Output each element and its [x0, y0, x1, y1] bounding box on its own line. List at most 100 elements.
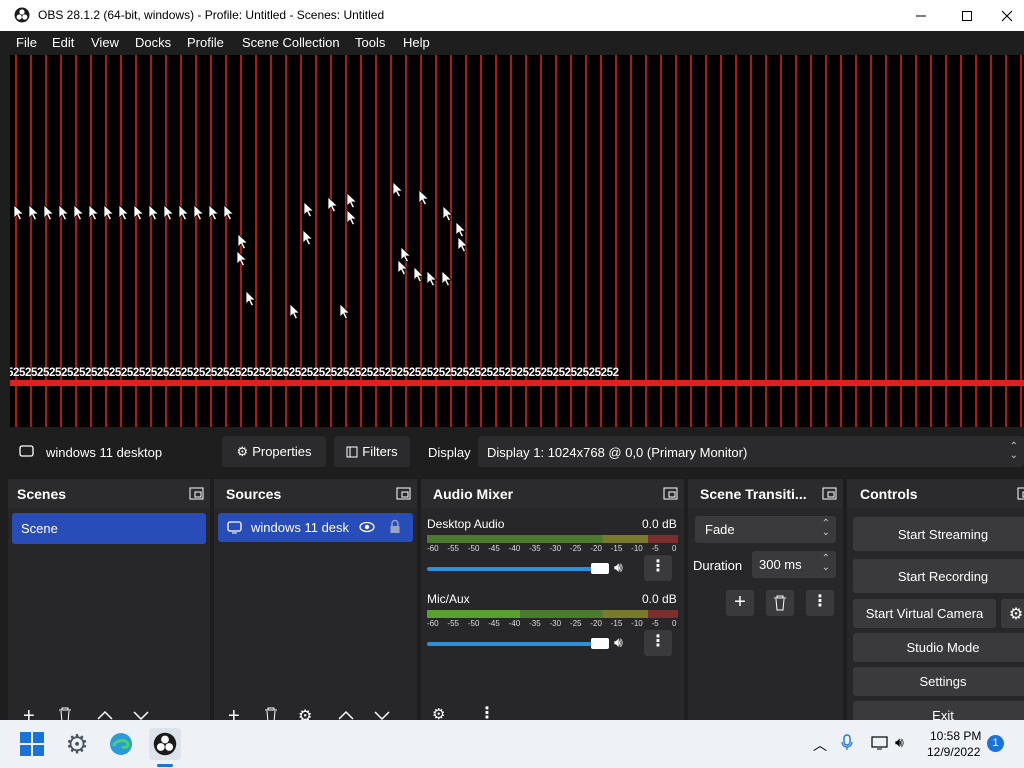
remove-source-button[interactable] — [264, 707, 278, 720]
meter-tick-label: 0 — [672, 619, 677, 628]
start-button[interactable] — [16, 728, 48, 760]
close-button[interactable] — [990, 0, 1024, 31]
move-scene-down-button[interactable] — [133, 710, 149, 720]
taskbar-edge-app[interactable] — [105, 728, 137, 760]
microphone-icon[interactable] — [841, 734, 853, 752]
duration-label: Duration — [693, 558, 743, 573]
studio-mode-button[interactable]: Studio Mode — [853, 633, 1024, 662]
virtual-camera-settings-button[interactable]: ⚙ — [1001, 599, 1024, 628]
meter-tick-label: -55 — [447, 544, 459, 553]
transition-select[interactable]: Fade ⌃ ⌄ — [695, 516, 836, 543]
meter-tick-label: -50 — [467, 544, 480, 553]
volume-icon[interactable]: 🔊︎ — [895, 734, 904, 751]
lock-icon[interactable] — [389, 519, 401, 534]
desktop-audio-volume-handle[interactable] — [591, 563, 609, 574]
undock-icon[interactable] — [396, 486, 411, 501]
preview-cursor — [441, 270, 452, 287]
source-item-label: windows 11 desk — [251, 520, 350, 535]
preview-cursor — [245, 290, 256, 307]
mixer-settings-button[interactable]: ⚙ — [432, 705, 445, 720]
meter-tick-label: -30 — [549, 544, 562, 553]
sources-title: Sources — [226, 486, 282, 502]
mic-aux-meter — [427, 610, 678, 618]
mic-aux-volume-handle[interactable] — [591, 638, 609, 649]
sources-list: windows 11 desk + ⚙ — [214, 508, 417, 720]
transition-menu-button[interactable]: ⋮ — [806, 590, 834, 616]
menu-file[interactable]: File — [16, 35, 37, 50]
menu-scene-collection[interactable]: Scene Collection — [242, 35, 340, 50]
obs-logo-icon — [14, 7, 30, 23]
taskbar-settings-app[interactable]: ⚙ — [61, 728, 93, 760]
exit-button[interactable]: Exit — [853, 701, 1024, 720]
meter-tick-label: -5 — [651, 619, 659, 628]
preview-canvas[interactable]: 5252525252525252525252525252525252525252… — [10, 55, 1024, 427]
desktop-audio-menu-button[interactable]: ⋮ — [644, 555, 672, 581]
display-select[interactable]: Display 1: 1024x768 @ 0,0 (Primary Monit… — [478, 436, 1024, 467]
maximize-button[interactable] — [944, 0, 990, 31]
scene-item[interactable]: Scene — [12, 513, 206, 544]
menu-view[interactable]: View — [91, 35, 119, 50]
add-scene-button[interactable]: + — [23, 706, 35, 720]
scenes-title: Scenes — [17, 486, 67, 502]
windows-logo-icon — [20, 732, 44, 756]
obs-logo-icon — [153, 732, 177, 756]
start-virtual-camera-button[interactable]: Start Virtual Camera — [853, 599, 996, 628]
selected-source-name: windows 11 desktop — [46, 445, 163, 460]
undock-icon[interactable] — [822, 486, 837, 501]
move-source-up-button[interactable] — [338, 710, 354, 720]
taskbar-obs-app[interactable] — [149, 728, 181, 760]
settings-gear-icon: ⚙ — [65, 728, 89, 759]
add-source-button[interactable]: + — [228, 706, 240, 720]
network-icon[interactable] — [871, 735, 889, 750]
meter-tick-label: -30 — [549, 619, 562, 628]
undock-icon[interactable] — [663, 486, 678, 501]
menu-tools[interactable]: Tools — [355, 35, 385, 50]
mixer-menu-button[interactable]: ⋮ — [479, 703, 495, 720]
move-scene-up-button[interactable] — [97, 710, 113, 720]
menu-help[interactable]: Help — [403, 35, 430, 50]
gear-icon: ⚙ — [236, 443, 249, 459]
clock-time[interactable]: 10:58 PM — [930, 729, 981, 743]
duration-value: 300 ms — [759, 557, 802, 572]
duration-spinbox[interactable]: 300 ms ⌃ ⌄ — [752, 551, 836, 578]
updown-arrows-icon: ⌃ ⌄ — [821, 553, 830, 573]
scene-item-label: Scene — [21, 521, 58, 536]
show-hidden-icons-button[interactable]: ︿ — [813, 735, 827, 755]
mic-aux-ticks: -60 -55 -50 -45 -40 -35 -30 -25 -20 -15 -10 -5 0 — [427, 619, 678, 629]
properties-button[interactable]: ⚙ Properties — [222, 436, 326, 467]
menu-profile[interactable]: Profile — [187, 35, 224, 50]
clock-date[interactable]: 12/9/2022 — [927, 745, 980, 759]
start-recording-button[interactable]: Start Recording — [853, 559, 1024, 593]
speaker-icon[interactable]: 🔊︎ — [614, 559, 623, 576]
desktop-audio-ticks: -60 -55 -50 -45 -40 -35 -30 -25 -20 -15 -10 -5 0 — [427, 544, 678, 554]
speaker-icon[interactable]: 🔊︎ — [614, 634, 623, 651]
title-bar: OBS 28.1.2 (64-bit, windows) - Profile: … — [0, 0, 1024, 31]
preview-cursor — [327, 196, 338, 213]
meter-tick-label: -55 — [447, 619, 459, 628]
move-source-down-button[interactable] — [374, 710, 390, 720]
mic-aux-menu-button[interactable]: ⋮ — [644, 630, 672, 656]
mic-aux-volume-slider[interactable] — [427, 642, 599, 646]
meter-tick-label: -45 — [488, 544, 500, 553]
undock-icon[interactable] — [189, 486, 204, 501]
menu-edit[interactable]: Edit — [52, 35, 74, 50]
remove-transition-button[interactable] — [766, 590, 794, 616]
scenes-dock: Scenes Scene + — [8, 479, 210, 720]
remove-scene-button[interactable] — [58, 707, 72, 720]
desktop-audio-volume-slider[interactable] — [427, 567, 599, 571]
settings-button[interactable]: Settings — [853, 667, 1024, 696]
filters-button[interactable]: Filters — [334, 436, 410, 467]
meter-tick-label: -15 — [610, 619, 623, 628]
desktop-audio-meter — [427, 535, 678, 543]
meter-tick-label: -40 — [508, 619, 521, 628]
menu-docks[interactable]: Docks — [135, 35, 171, 50]
add-transition-button[interactable]: + — [726, 590, 754, 616]
eye-icon[interactable] — [359, 521, 375, 533]
meter-tick-label: -35 — [529, 544, 541, 553]
source-item[interactable]: windows 11 desk — [218, 513, 413, 542]
source-properties-button[interactable]: ⚙ — [298, 706, 312, 720]
minimize-button[interactable] — [898, 0, 944, 31]
undock-icon[interactable] — [1017, 486, 1024, 501]
start-streaming-button[interactable]: Start Streaming — [853, 517, 1024, 551]
notification-badge[interactable]: 1 — [987, 735, 1004, 752]
